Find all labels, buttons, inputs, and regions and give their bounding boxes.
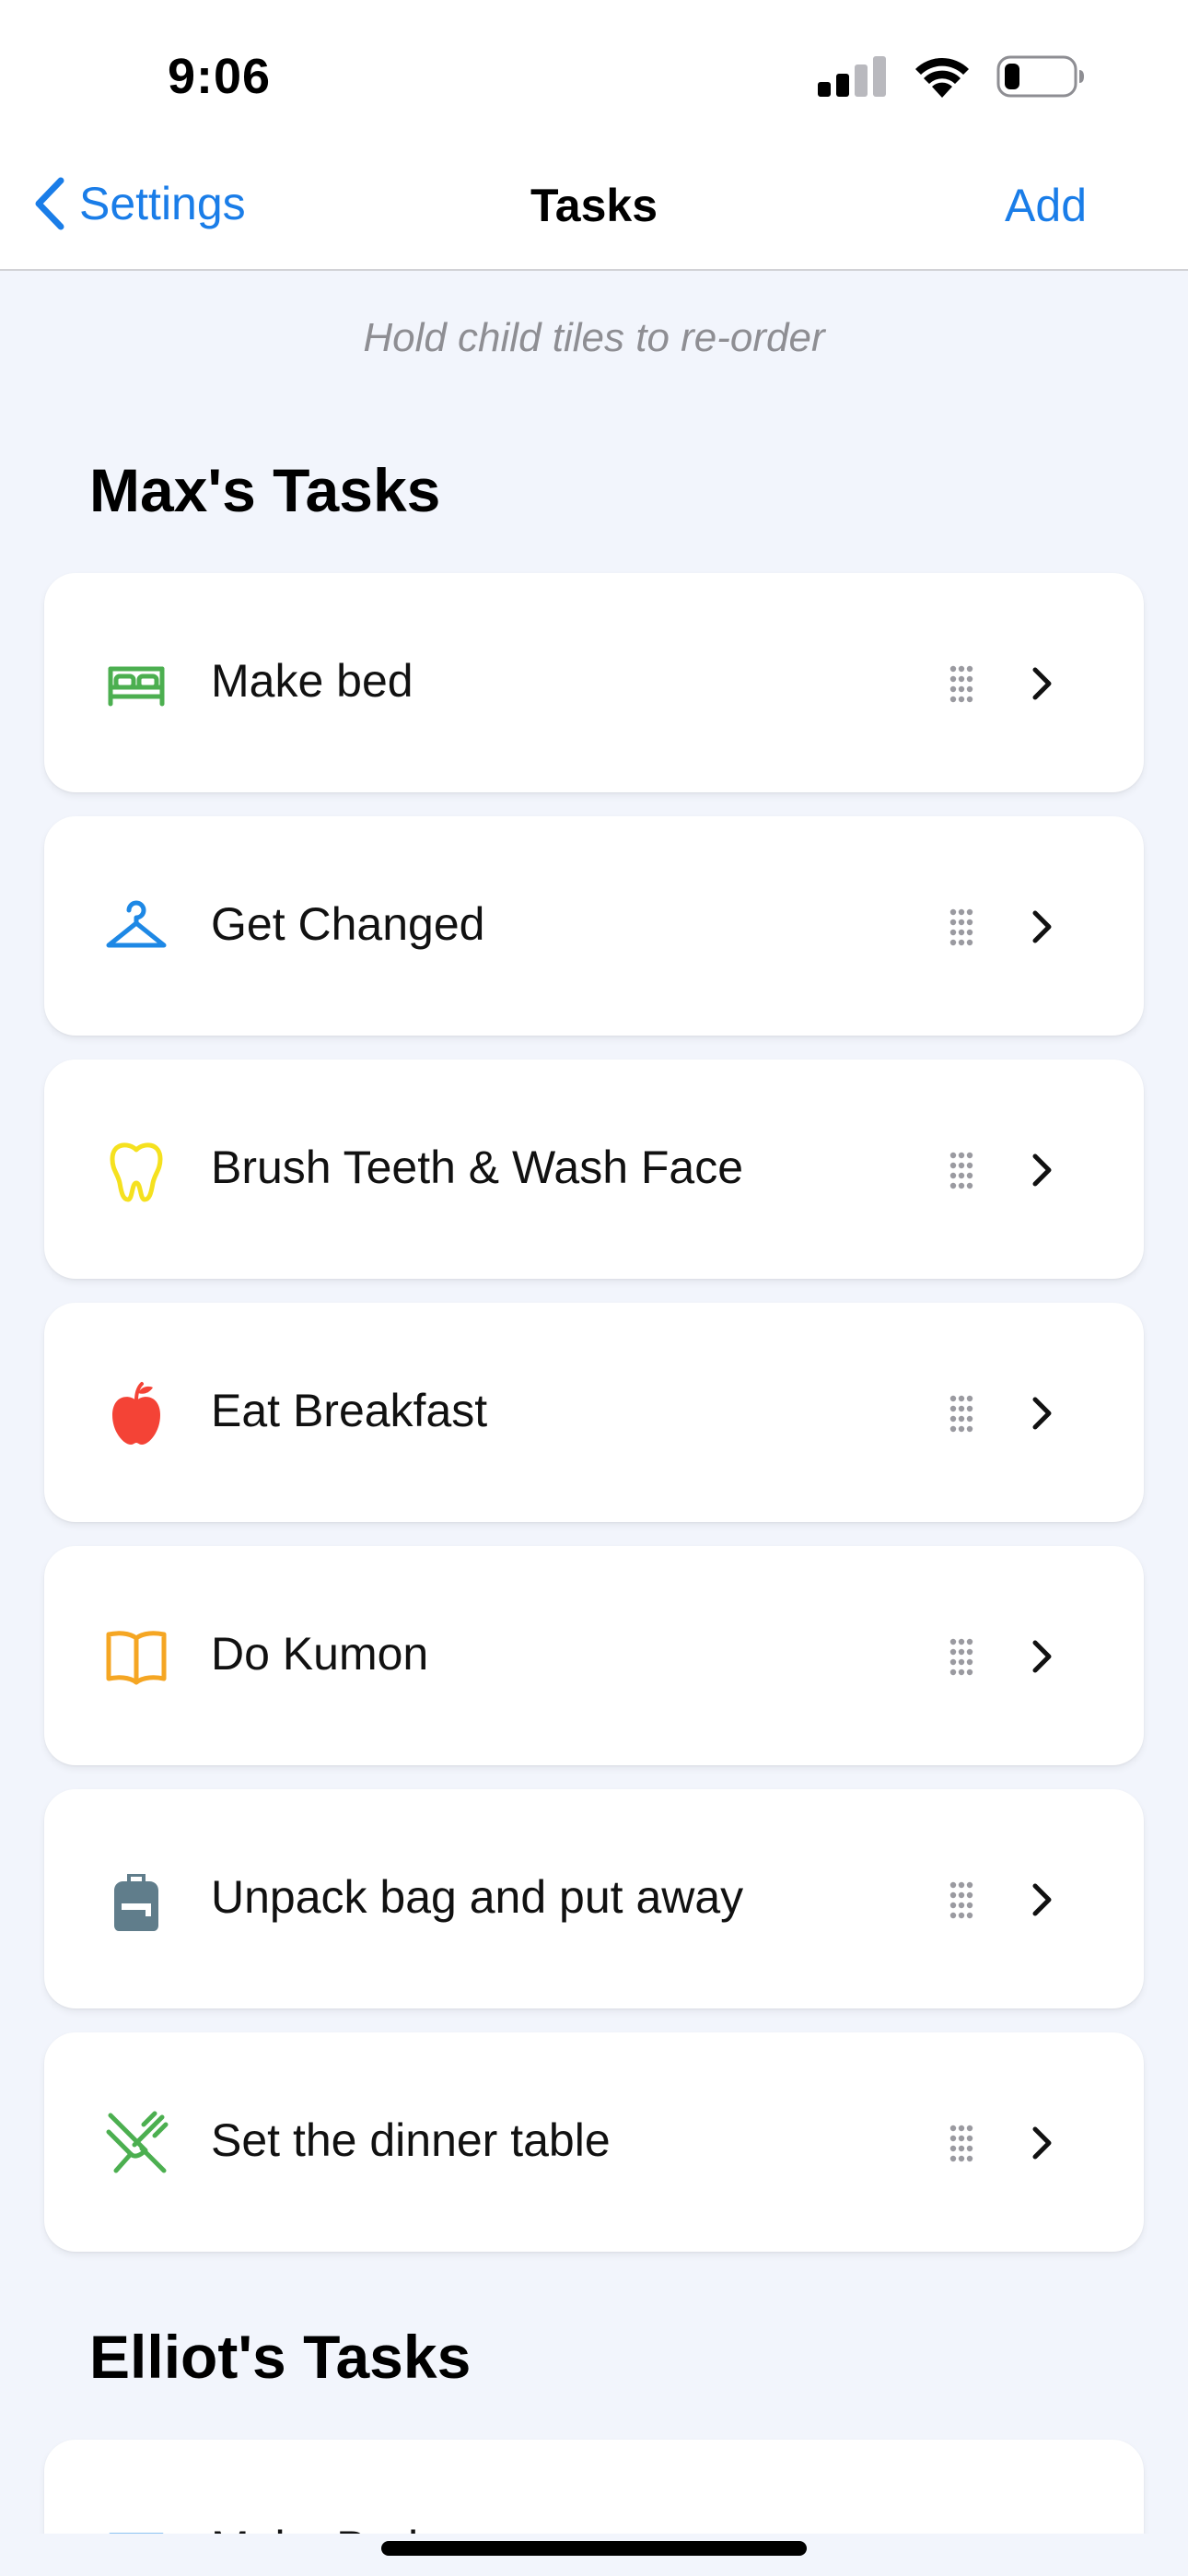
page-title: Tasks (530, 180, 658, 231)
section-title-elliot: Elliot's Tasks (89, 2323, 472, 2391)
drag-handle-icon[interactable] (949, 1880, 974, 1919)
section-title-max: Max's Tasks (89, 456, 441, 524)
task-row-unpack-bag[interactable]: Unpack bag and put away (44, 1789, 1144, 2008)
bed-icon (109, 2533, 164, 2534)
task-label: Brush Teeth & Wash Face (211, 1142, 744, 1193)
bed-icon (108, 666, 165, 707)
scroll-clip: Make Bed (0, 2432, 1188, 2534)
chevron-right-icon (1032, 1397, 1052, 1430)
task-label: Unpack bag and put away (211, 1871, 744, 1923)
drag-handle-icon[interactable] (949, 2124, 974, 2162)
status-icons (818, 55, 1085, 98)
task-label: Make Bed (211, 2521, 418, 2534)
task-row-set-dinner-table[interactable]: Set the dinner table (44, 2032, 1144, 2252)
task-row-brush-teeth[interactable]: Brush Teeth & Wash Face (44, 1060, 1144, 1279)
backpack-icon (114, 1874, 158, 1931)
task-label: Eat Breakfast (211, 1385, 488, 1436)
task-row-make-bed[interactable]: Make bed (44, 573, 1144, 792)
task-label: Set the dinner table (211, 2114, 611, 2166)
navigation-bar: Settings Tasks Add (0, 147, 1188, 271)
signal-icon (818, 56, 886, 97)
home-indicator[interactable] (381, 2541, 807, 2556)
chevron-right-icon (1032, 1883, 1052, 1916)
status-bar: 9:06 (0, 0, 1188, 147)
chevron-right-icon (1032, 1153, 1052, 1187)
chevron-right-icon (1032, 2126, 1052, 2160)
book-icon (106, 1631, 167, 1685)
wifi-icon (915, 57, 969, 98)
chevron-right-icon (1032, 667, 1052, 700)
task-label: Make bed (211, 655, 413, 707)
tooth-icon (110, 1142, 163, 1202)
task-row-do-kumon[interactable]: Do Kumon (44, 1546, 1144, 1765)
status-time: 9:06 (168, 49, 272, 104)
reorder-hint: Hold child tiles to re-order (363, 315, 825, 360)
drag-handle-icon[interactable] (949, 664, 974, 703)
drag-handle-icon[interactable] (949, 1151, 974, 1189)
drag-handle-icon[interactable] (949, 1637, 974, 1676)
back-button[interactable]: Settings (33, 177, 246, 230)
drag-handle-icon[interactable] (949, 907, 974, 946)
battery-icon (996, 55, 1084, 98)
apple-icon (112, 1382, 160, 1445)
hanger-icon (106, 900, 167, 948)
chevron-right-icon (1032, 1640, 1052, 1673)
chevron-right-icon (1032, 910, 1052, 943)
task-label: Do Kumon (211, 1628, 429, 1680)
task-label: Get Changed (211, 898, 485, 950)
add-button[interactable]: Add (1005, 179, 1087, 232)
task-row-make-bed-elliot[interactable]: Make Bed (44, 2440, 1144, 2534)
task-row-eat-breakfast[interactable]: Eat Breakfast (44, 1303, 1144, 1522)
chevron-left-icon (35, 177, 64, 230)
task-row-get-changed[interactable]: Get Changed (44, 816, 1144, 1036)
utensils-icon (106, 2111, 169, 2173)
back-button-label: Settings (79, 178, 246, 229)
chevron-right-icon (1028, 2532, 1055, 2534)
drag-handle-icon[interactable] (949, 1394, 974, 1433)
